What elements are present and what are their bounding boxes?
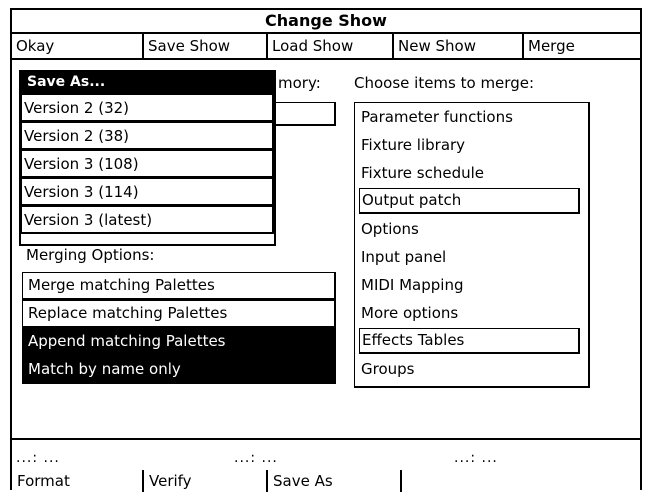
save-as-version-item[interactable]: Version 3 (108) [21, 150, 274, 178]
save-as-version-item[interactable]: Version 3 (114) [21, 178, 274, 206]
merging-option-button[interactable]: Replace matching Palettes [22, 300, 336, 328]
merge-item[interactable]: Input panel [355, 243, 588, 271]
merge-item[interactable]: Parameter functions [355, 103, 588, 131]
save-as-button[interactable]: Save As [268, 470, 402, 492]
merge-item[interactable]: Options [355, 215, 588, 243]
window-title: Change Show [12, 8, 640, 34]
merge-item[interactable]: MIDI Mapping [355, 271, 588, 299]
save-as-version-item[interactable]: Version 2 (38) [21, 122, 274, 150]
status-bar: ...: ... ...: ... ...: ... Format Verify… [12, 438, 640, 492]
merge-items-list[interactable]: Parameter functions Fixture library Fixtur… [354, 102, 590, 388]
save-as-title: Save As... [21, 72, 274, 94]
save-show-button[interactable]: Save Show [144, 34, 268, 58]
merge-items-heading: Choose items to merge: [354, 74, 534, 92]
merging-options-heading: Merging Options: [26, 246, 155, 264]
save-as-version-item[interactable]: Version 3 (latest) [21, 206, 274, 234]
status-field-2: ...: ... [234, 450, 278, 466]
save-as-dropdown: Save As... Version 2 (32) Version 2 (38) V… [19, 70, 276, 246]
menu-bar: Okay Save Show Load Show New Show Merge [12, 34, 640, 60]
merge-button[interactable]: Merge [524, 34, 640, 58]
merge-item[interactable]: Output patch [359, 188, 580, 214]
merging-option-button[interactable]: Match by name only [22, 356, 336, 384]
merge-item[interactable]: Groups [355, 355, 588, 383]
load-show-button[interactable]: Load Show [268, 34, 394, 58]
verify-button[interactable]: Verify [144, 470, 268, 492]
status-field-3: ...: ... [454, 450, 498, 466]
merge-item[interactable]: More options [355, 299, 588, 327]
merge-item[interactable]: Fixture schedule [355, 159, 588, 187]
merge-item[interactable]: Fixture library [355, 131, 588, 159]
merging-option-button[interactable]: Append matching Palettes [22, 328, 336, 356]
format-button[interactable]: Format [12, 470, 144, 492]
merge-item[interactable]: Effects Tables [359, 328, 580, 354]
status-field-1: ...: ... [16, 450, 60, 466]
save-as-version-item[interactable]: Version 2 (32) [21, 94, 274, 122]
change-show-window: Change Show Okay Save Show Load Show New… [10, 8, 642, 492]
merging-option-button[interactable]: Merge matching Palettes [22, 272, 336, 300]
new-show-button[interactable]: New Show [394, 34, 524, 58]
okay-button[interactable]: Okay [12, 34, 144, 58]
